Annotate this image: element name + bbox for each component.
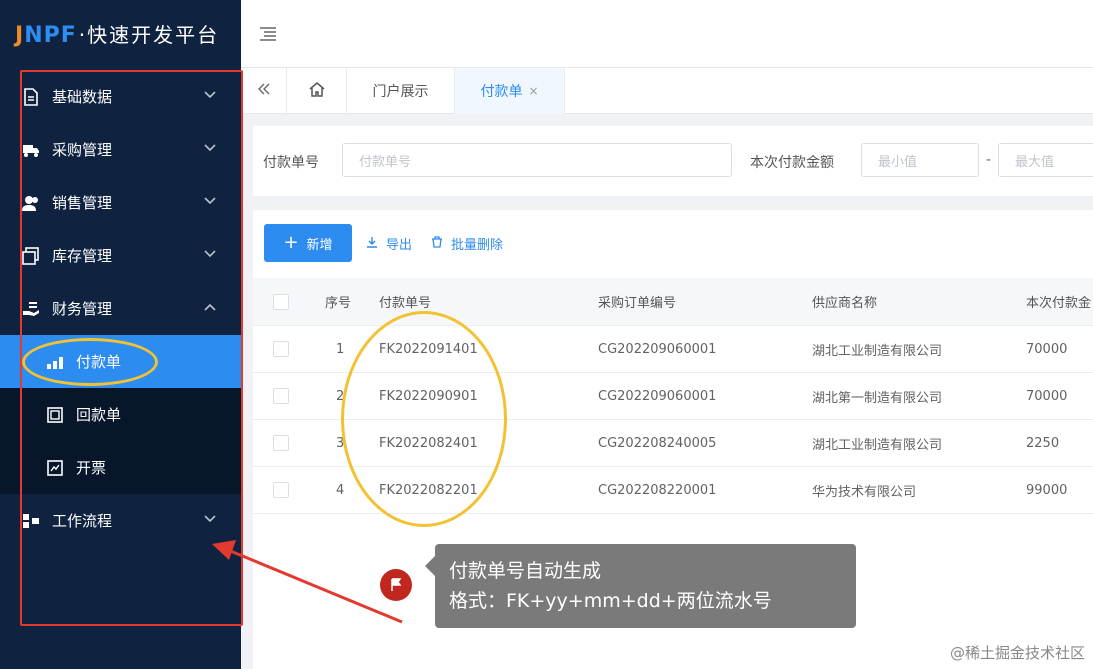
payment-no-input[interactable]: 付款单号 bbox=[342, 143, 732, 177]
cell-index: 4 bbox=[336, 482, 345, 498]
tab-home[interactable] bbox=[287, 68, 347, 114]
payment-no-label: 付款单号 bbox=[263, 155, 319, 171]
checkbox[interactable] bbox=[273, 482, 289, 498]
select-all-checkbox[interactable] bbox=[273, 278, 289, 325]
annotation-tooltip: 付款单号自动生成 格式：FK+yy+mm+dd+两位流水号 bbox=[425, 544, 856, 628]
col-header-index: 序号 bbox=[325, 296, 352, 311]
app-logo[interactable]: JNPF ·快速开发平台 bbox=[0, 0, 241, 67]
download-icon bbox=[366, 236, 378, 251]
cell-amount: 2250 bbox=[1026, 435, 1060, 451]
tooltip-line-2: 格式：FK+yy+mm+dd+两位流水号 bbox=[449, 590, 772, 612]
cell-index: 1 bbox=[336, 341, 345, 357]
add-button-label: 新增 bbox=[306, 237, 333, 253]
home-icon bbox=[309, 81, 325, 101]
logo-text: JNPF ·快速开发平台 bbox=[15, 23, 220, 48]
tab-payment[interactable]: 付款单 × bbox=[455, 68, 565, 114]
batch-delete-button[interactable]: 批量删除 bbox=[431, 234, 503, 253]
checkbox[interactable] bbox=[273, 388, 289, 404]
payment-no-highlight-ellipse bbox=[341, 311, 507, 527]
double-chevron-left-icon bbox=[257, 83, 271, 99]
row-checkbox[interactable] bbox=[273, 373, 289, 419]
cell-order-no: CG202209060001 bbox=[598, 388, 717, 404]
col-header-supplier: 供应商名称 bbox=[812, 296, 878, 311]
col-header-amount: 本次付款金 bbox=[1026, 296, 1092, 311]
cell-amount: 70000 bbox=[1026, 341, 1068, 357]
checkbox[interactable] bbox=[273, 293, 289, 310]
cell-supplier: 湖北工业制造有限公司 bbox=[812, 343, 943, 359]
amount-max-input[interactable]: 最大值 bbox=[998, 143, 1093, 177]
tab-collapse-button[interactable] bbox=[241, 68, 287, 114]
row-checkbox[interactable] bbox=[273, 420, 289, 466]
close-icon[interactable]: × bbox=[528, 84, 538, 98]
cell-supplier: 湖北第一制造有限公司 bbox=[812, 390, 943, 406]
tab-bar: 门户展示 付款单 × bbox=[241, 68, 1093, 114]
cell-order-no: CG202208240005 bbox=[598, 435, 717, 451]
trash-icon bbox=[431, 236, 443, 251]
table-header: 序号 付款单号 采购订单编号 供应商名称 本次付款金 bbox=[253, 278, 1093, 326]
cell-amount: 70000 bbox=[1026, 388, 1068, 404]
cell-amount: 99000 bbox=[1026, 482, 1068, 498]
flag-icon bbox=[380, 569, 412, 601]
tooltip-line-1: 付款单号自动生成 bbox=[449, 560, 602, 582]
checkbox[interactable] bbox=[273, 435, 289, 451]
cell-supplier: 湖北工业制造有限公司 bbox=[812, 437, 943, 453]
tab-label: 门户展示 bbox=[372, 84, 429, 100]
row-checkbox[interactable] bbox=[273, 467, 289, 513]
tab-portal[interactable]: 门户展示 bbox=[347, 68, 455, 114]
batch-delete-label: 批量删除 bbox=[451, 238, 504, 253]
search-panel: 付款单号 付款单号 本次付款金额 最小值 - 最大值 bbox=[253, 126, 1093, 196]
add-button[interactable]: + 新增 bbox=[264, 224, 352, 262]
col-header-order-no: 采购订单编号 bbox=[598, 296, 677, 311]
cell-order-no: CG202208220001 bbox=[598, 482, 717, 498]
cell-supplier: 华为技术有限公司 bbox=[812, 484, 917, 500]
export-button[interactable]: 导出 bbox=[366, 234, 412, 253]
row-checkbox[interactable] bbox=[273, 326, 289, 372]
amount-min-input[interactable]: 最小值 bbox=[861, 143, 979, 177]
plus-icon: + bbox=[283, 232, 299, 253]
checkbox[interactable] bbox=[273, 341, 289, 357]
range-separator: - bbox=[986, 152, 992, 168]
top-bar bbox=[241, 0, 1093, 68]
amount-label: 本次付款金额 bbox=[750, 155, 834, 171]
tab-label: 付款单 bbox=[480, 84, 523, 100]
cell-order-no: CG202209060001 bbox=[598, 341, 717, 357]
export-label: 导出 bbox=[386, 238, 413, 253]
watermark-text: @稀土掘金技术社区 bbox=[949, 644, 1085, 662]
payment-menu-highlight-ellipse bbox=[22, 338, 158, 386]
menu-toggle-icon[interactable] bbox=[259, 26, 277, 46]
